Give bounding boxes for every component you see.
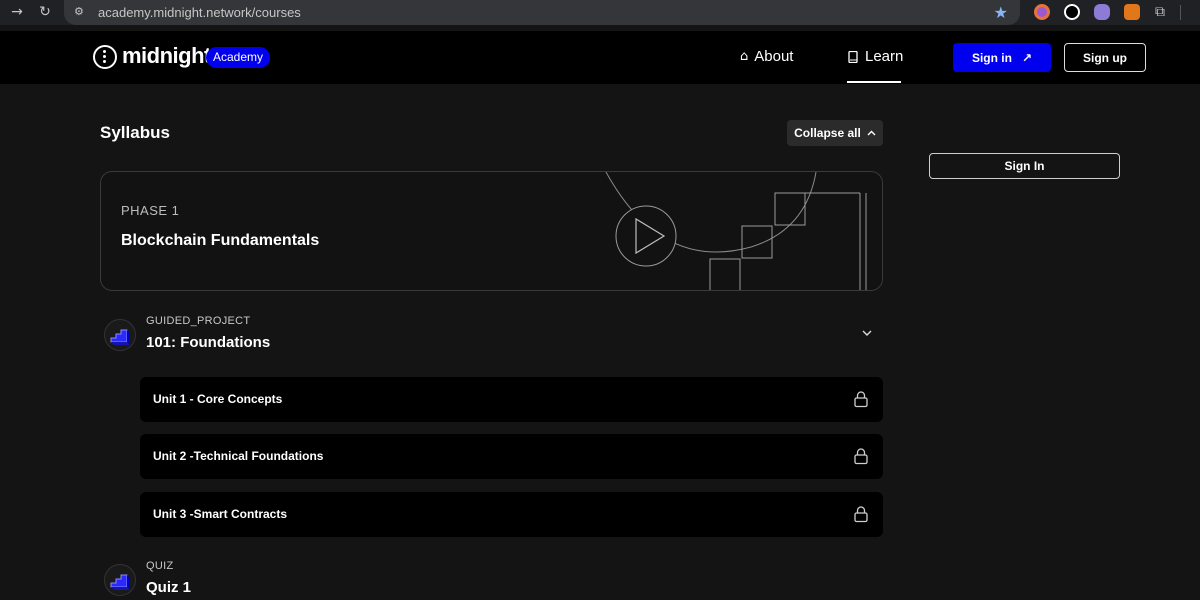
midnight-logo-icon[interactable]	[93, 45, 117, 69]
sidebar-sign-in-button[interactable]: Sign In	[929, 153, 1120, 179]
stairs-icon	[104, 564, 136, 596]
unit-label: Unit 3 -Smart Contracts	[153, 507, 288, 521]
lock-icon	[854, 391, 868, 408]
bookmark-star-icon[interactable]: ★	[994, 3, 1008, 22]
lock-icon	[854, 448, 868, 465]
book-icon	[848, 50, 858, 63]
page-title: Syllabus	[100, 123, 170, 142]
academy-badge: Academy	[206, 47, 271, 68]
logo-text[interactable]: midnight	[122, 43, 211, 69]
chevron-up-icon	[867, 130, 876, 136]
unit-row[interactable]: Unit 2 -Technical Foundations	[140, 434, 883, 479]
reload-icon[interactable]: ↻	[37, 4, 53, 20]
forward-arrow-icon[interactable]: →	[9, 4, 25, 20]
puzzle-extensions-icon[interactable]: ⧉	[1152, 4, 1168, 20]
sign-in-button[interactable]: Sign in ↗	[953, 43, 1051, 72]
browser-toolbar: → ↻ ⚙ academy.midnight.network/courses ★…	[0, 0, 1200, 25]
unit-label: Unit 1 - Core Concepts	[153, 392, 283, 406]
module-title[interactable]: Quiz 1	[146, 579, 191, 596]
arrow-up-right-icon: ↗	[1021, 50, 1033, 65]
extension-icon[interactable]	[1064, 4, 1080, 20]
nav-about-label: About	[754, 48, 794, 65]
sign-up-label: Sign up	[1083, 50, 1127, 65]
sign-in-label: Sign in	[971, 50, 1012, 65]
unit-label: Unit 2 -Technical Foundations	[153, 449, 324, 463]
module-type: QUIZ	[146, 560, 174, 572]
sidebar-sign-in-label: Sign In	[1004, 159, 1045, 173]
toolbar-divider	[1180, 5, 1181, 20]
nav-learn-label: Learn	[865, 48, 904, 65]
url-text[interactable]: academy.midnight.network/courses	[98, 5, 301, 20]
phase-label: PHASE 1	[121, 203, 180, 218]
active-nav-indicator	[847, 81, 901, 83]
extension-icon[interactable]	[1034, 4, 1050, 20]
home-icon: ⌂	[740, 49, 749, 64]
metamask-fox-icon[interactable]	[1124, 4, 1140, 20]
collapse-all-label: Collapse all	[794, 126, 861, 140]
site-settings-icon[interactable]: ⚙	[74, 5, 88, 19]
phase-title: Blockchain Fundamentals	[121, 232, 320, 249]
module-title[interactable]: 101: Foundations	[146, 334, 270, 351]
nav-about[interactable]: ⌂ About	[740, 48, 793, 65]
nav-learn[interactable]: Learn	[848, 48, 903, 65]
sign-up-button[interactable]: Sign up	[1064, 43, 1146, 72]
collapse-all-button[interactable]: Collapse all	[787, 120, 883, 146]
unit-row[interactable]: Unit 1 - Core Concepts	[140, 377, 883, 422]
unit-row[interactable]: Unit 3 -Smart Contracts	[140, 492, 883, 537]
chevron-down-icon[interactable]	[860, 326, 874, 340]
phase-card[interactable]: PHASE 1 Blockchain Fundamentals	[100, 171, 883, 291]
phase-illustration	[605, 172, 867, 290]
lock-icon	[854, 506, 868, 523]
stairs-icon	[104, 319, 136, 351]
module-type: GUIDED_PROJECT	[146, 315, 251, 327]
extension-icon[interactable]	[1094, 4, 1110, 20]
address-bar[interactable]: ⚙ academy.midnight.network/courses ★	[64, 0, 1020, 25]
